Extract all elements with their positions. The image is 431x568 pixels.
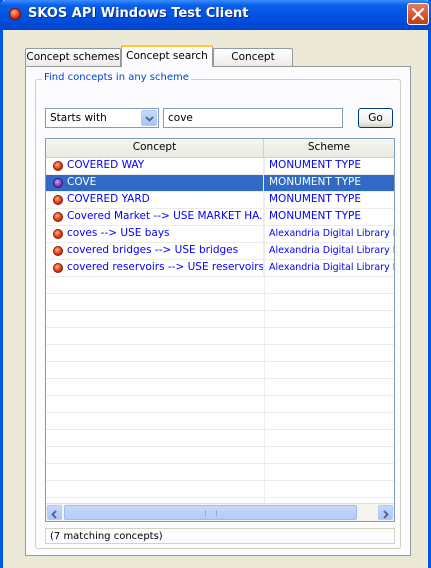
result-rows: COVERED WAY MONUMENT TYPE COVE MONUMENT TYP… [46, 158, 394, 515]
search-group: Find concepts in any scheme Starts with … [35, 72, 401, 549]
cell-concept: covered bridges --> USE bridges [46, 243, 264, 259]
empty-row [46, 294, 394, 311]
empty-row [46, 447, 394, 464]
empty-row [46, 345, 394, 362]
concept-label: covered bridges --> USE bridges [67, 244, 239, 256]
cell-scheme: Alexandria Digital Library Fe [269, 228, 394, 239]
table-row[interactable]: COVE MONUMENT TYPE [46, 175, 394, 192]
concept-icon [53, 263, 63, 273]
tab-concept-schemes[interactable]: Concept schemes [25, 48, 121, 66]
status-text: (7 matching concepts) [45, 528, 395, 544]
empty-row [46, 430, 394, 447]
concept-label: covered reservoirs --> USE reservoirs [67, 261, 264, 273]
empty-row [46, 464, 394, 481]
table-row[interactable]: COVERED YARD MONUMENT TYPE [46, 192, 394, 209]
empty-row [46, 396, 394, 413]
cell-concept: covered reservoirs --> USE reservoirs [46, 260, 264, 276]
cell-scheme: Alexandria Digital Library Fe [269, 262, 394, 273]
go-button[interactable]: Go [358, 108, 393, 128]
app-icon [9, 8, 21, 20]
table-row[interactable]: coves --> USE bays Alexandria Digital Lib… [46, 226, 394, 243]
concept-icon [53, 161, 63, 171]
concept-icon [53, 229, 63, 239]
column-header-scheme[interactable]: Scheme [264, 139, 394, 157]
cell-concept: coves --> USE bays [46, 226, 264, 242]
chevron-down-icon [145, 116, 154, 122]
scroll-right-button[interactable] [378, 505, 393, 520]
tab-concept-details[interactable]: Concept details [213, 48, 293, 80]
tab-panel: Find concepts in any scheme Starts with … [25, 66, 411, 556]
scroll-left-button[interactable] [47, 505, 62, 520]
results-list[interactable]: Concept Scheme COVERED WAY MONUMENT TYPE C… [45, 138, 395, 522]
empty-row [46, 328, 394, 345]
chevron-left-icon [51, 510, 57, 519]
search-input[interactable] [163, 108, 343, 128]
concept-icon [53, 195, 63, 205]
match-mode-value: Starts with [50, 112, 107, 124]
concept-label: COVE [67, 176, 97, 188]
horizontal-scrollbar[interactable] [46, 503, 394, 521]
client-area: Concept schemes Concept search Concept d… [3, 30, 428, 568]
app-window: SKOS API Windows Test Client Concept sch… [0, 0, 431, 568]
search-group-label: Find concepts in any scheme [42, 72, 191, 83]
empty-row [46, 481, 394, 498]
cell-scheme: MONUMENT TYPE [269, 193, 361, 205]
concept-label: Covered Market --> USE MARKET HA... [67, 210, 264, 222]
close-icon [412, 8, 424, 20]
title-bar[interactable]: SKOS API Windows Test Client [0, 0, 431, 30]
concept-label: COVERED YARD [67, 193, 150, 205]
empty-row [46, 362, 394, 379]
concept-icon [53, 178, 63, 188]
tab-concept-search[interactable]: Concept search [121, 45, 213, 67]
cell-scheme: MONUMENT TYPE [269, 176, 361, 188]
column-header-concept[interactable]: Concept [46, 139, 264, 157]
empty-row [46, 277, 394, 294]
concept-label: COVERED WAY [67, 159, 145, 171]
chevron-right-icon [383, 510, 389, 519]
table-row[interactable]: Covered Market --> USE MARKET HA... MONUM… [46, 209, 394, 226]
empty-row [46, 379, 394, 396]
cell-concept: COVE [46, 175, 264, 191]
cell-concept: COVERED WAY [46, 158, 264, 174]
cell-scheme: MONUMENT TYPE [269, 159, 361, 171]
dropdown-button[interactable] [141, 110, 157, 126]
concept-icon [53, 246, 63, 256]
table-row[interactable]: covered reservoirs --> USE reservoirs Ale… [46, 260, 394, 277]
cell-scheme: MONUMENT TYPE [269, 210, 361, 222]
concept-icon [53, 212, 63, 222]
list-header: Concept Scheme [46, 139, 394, 158]
table-row[interactable]: covered bridges --> USE bridges Alexandri… [46, 243, 394, 260]
cell-concept: Covered Market --> USE MARKET HA... [46, 209, 264, 225]
concept-label: coves --> USE bays [67, 227, 170, 239]
window-title: SKOS API Windows Test Client [28, 6, 249, 21]
grip-icon [205, 510, 217, 516]
cell-scheme: Alexandria Digital Library Fe [269, 245, 394, 256]
cell-concept: COVERED YARD [46, 192, 264, 208]
empty-row [46, 413, 394, 430]
empty-row [46, 311, 394, 328]
close-button[interactable] [407, 3, 429, 25]
scroll-thumb[interactable] [64, 505, 357, 520]
table-row[interactable]: COVERED WAY MONUMENT TYPE [46, 158, 394, 175]
match-mode-select[interactable]: Starts with [45, 108, 159, 128]
